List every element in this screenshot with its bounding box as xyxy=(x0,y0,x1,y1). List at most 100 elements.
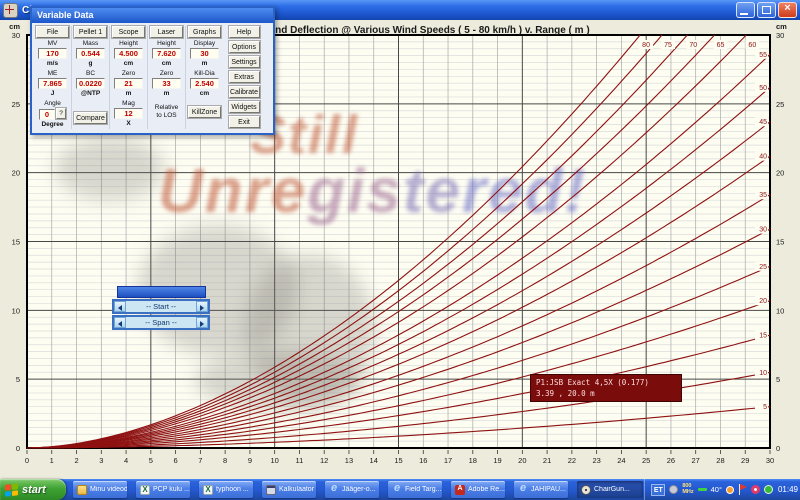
legend-line-1: P1:JSB Exact 4,5X (0.177) xyxy=(536,377,676,388)
taskbar: start Minu videod PCP kulu ... typhoon ...… xyxy=(0,479,800,500)
options-button[interactable]: Options xyxy=(229,41,260,53)
curve-label-65kmh: 65 xyxy=(717,42,725,49)
task-button-typhoon[interactable]: typhoon ... xyxy=(199,481,253,498)
temperature-indicator: 40° xyxy=(711,485,722,494)
watermark-segment: Unre xyxy=(158,157,307,226)
right-arrow-icon[interactable] xyxy=(196,317,208,328)
svg-text:5: 5 xyxy=(16,375,20,384)
dialog-titlebar[interactable]: Variable Data xyxy=(32,8,273,23)
display-field[interactable]: 30 xyxy=(190,48,219,59)
bc-field[interactable]: 0.0220 xyxy=(76,78,105,89)
mass-field[interactable]: 0.544 xyxy=(76,48,105,59)
pellet-button[interactable]: Pellet 1 xyxy=(74,26,107,38)
laser-zero-label: Zero xyxy=(160,70,173,77)
widgets-button[interactable]: Widgets xyxy=(229,101,260,113)
start-scrollbar[interactable]: -- Start -- xyxy=(112,299,210,314)
mag-field[interactable]: 12 xyxy=(114,108,143,119)
svg-text:20: 20 xyxy=(12,169,20,178)
task-button-minu-videod[interactable]: Minu videod xyxy=(73,481,127,498)
task-button-jahipau[interactable]: JAHIPAU... xyxy=(514,481,568,498)
task-button-pcp-kulu[interactable]: PCP kulu ... xyxy=(136,481,190,498)
left-arrow-icon[interactable] xyxy=(114,317,126,328)
laser-height-field[interactable]: 7.620 xyxy=(152,48,181,59)
ie-icon xyxy=(518,485,528,495)
svg-text:5: 5 xyxy=(149,456,153,465)
dialog-column-scope: Scope Height 4.500 cm Zero 21 m Mag 12 X xyxy=(109,26,147,129)
clock-icon[interactable] xyxy=(764,485,773,494)
svg-text:23: 23 xyxy=(592,456,600,465)
bc-label: BC xyxy=(86,70,95,77)
killzone-button[interactable]: KillZone xyxy=(188,106,221,118)
scope-zero-field[interactable]: 21 xyxy=(114,78,143,89)
svg-text:5: 5 xyxy=(776,375,780,384)
svg-text:20: 20 xyxy=(518,456,526,465)
angle-help-button[interactable]: ? xyxy=(56,108,66,119)
exit-button[interactable]: Exit xyxy=(229,116,260,128)
task-button-chairgun[interactable]: ChairGun... xyxy=(577,481,643,498)
scope-height-field[interactable]: 4.500 xyxy=(114,48,143,59)
adobe-icon xyxy=(455,485,465,495)
status-dash-icon[interactable] xyxy=(698,488,707,491)
ie-icon xyxy=(392,485,402,495)
watermark-blob xyxy=(195,350,360,410)
curve-label-35kmh: 35 xyxy=(759,192,767,199)
app-icon xyxy=(3,3,18,18)
dialog-column-laser: Laser Height 7.620 cm Zero 33 m Relative… xyxy=(147,26,185,129)
curve-label-40kmh: 40 xyxy=(759,154,767,161)
svg-text:12: 12 xyxy=(320,456,328,465)
graphs-button[interactable]: Graphs xyxy=(188,26,221,38)
pin-icon[interactable] xyxy=(751,485,760,494)
start-scrollbar-label: -- Start -- xyxy=(126,301,196,312)
mv-field[interactable]: 170 xyxy=(38,48,67,59)
right-arrow-icon[interactable] xyxy=(196,301,208,312)
killdia-field[interactable]: 2.540 xyxy=(190,78,219,89)
laser-note: Relative to LOS xyxy=(155,104,178,119)
laser-zero-field[interactable]: 33 xyxy=(152,78,181,89)
curve-label-60kmh: 60 xyxy=(748,42,756,49)
flag-icon[interactable] xyxy=(738,484,747,495)
extras-button[interactable]: Extras xyxy=(229,71,260,83)
temp-tray-icon[interactable] xyxy=(726,486,734,494)
excel-icon xyxy=(203,485,213,495)
svg-text:29: 29 xyxy=(741,456,749,465)
display-unit: m xyxy=(202,60,208,68)
scope-zero-label: Zero xyxy=(122,70,135,77)
svg-text:4: 4 xyxy=(124,456,128,465)
left-arrow-icon[interactable] xyxy=(114,301,126,312)
span-scrollbar[interactable]: -- Span -- xyxy=(112,315,210,330)
curve-label-25kmh: 25 xyxy=(759,264,767,271)
range-widget-titlebar[interactable] xyxy=(117,286,206,298)
task-button-j-ger-o[interactable]: Jääger-o... xyxy=(325,481,379,498)
wind-curve-5kmh xyxy=(27,407,770,448)
svg-text:25: 25 xyxy=(12,100,20,109)
angle-field[interactable]: 0 xyxy=(39,109,55,120)
language-indicator[interactable]: ET xyxy=(651,484,665,496)
svg-text:cm: cm xyxy=(776,22,787,31)
restore-button[interactable] xyxy=(757,2,776,18)
scope-button[interactable]: Scope xyxy=(112,26,145,38)
svg-text:7: 7 xyxy=(198,456,202,465)
svg-text:10: 10 xyxy=(270,456,278,465)
scope-zero-unit: m xyxy=(126,90,132,98)
file-button[interactable]: File xyxy=(36,26,69,38)
compare-button[interactable]: Compare xyxy=(74,112,107,124)
help-button[interactable]: Help xyxy=(229,26,260,38)
laser-button[interactable]: Laser xyxy=(150,26,183,38)
span-scrollbar-label: -- Span -- xyxy=(126,317,196,328)
task-button-label: Jääger-o... xyxy=(342,486,375,493)
minimize-button[interactable] xyxy=(736,2,755,18)
dialog-column-mv: File MV 170 m/s ME 7.865 J Angle 0 ? Deg… xyxy=(34,26,71,129)
task-button-kalkulaator[interactable]: Kalkulaator xyxy=(262,481,316,498)
calibrate-button[interactable]: Calibrate xyxy=(229,86,260,98)
speaker-icon[interactable] xyxy=(669,485,678,494)
killdia-unit: cm xyxy=(200,90,209,98)
curve-label-5kmh: 5 xyxy=(763,404,767,411)
start-button[interactable]: start xyxy=(0,479,66,500)
task-button-adobe-re[interactable]: Adobe Re... xyxy=(451,481,505,498)
close-button[interactable] xyxy=(778,2,797,18)
me-field[interactable]: 7.865 xyxy=(38,78,67,89)
settings-button[interactable]: Settings xyxy=(229,56,260,68)
svg-text:15: 15 xyxy=(12,238,20,247)
task-button-field-targ[interactable]: Field Targ... xyxy=(388,481,442,498)
scope-height-label: Height xyxy=(119,40,138,47)
